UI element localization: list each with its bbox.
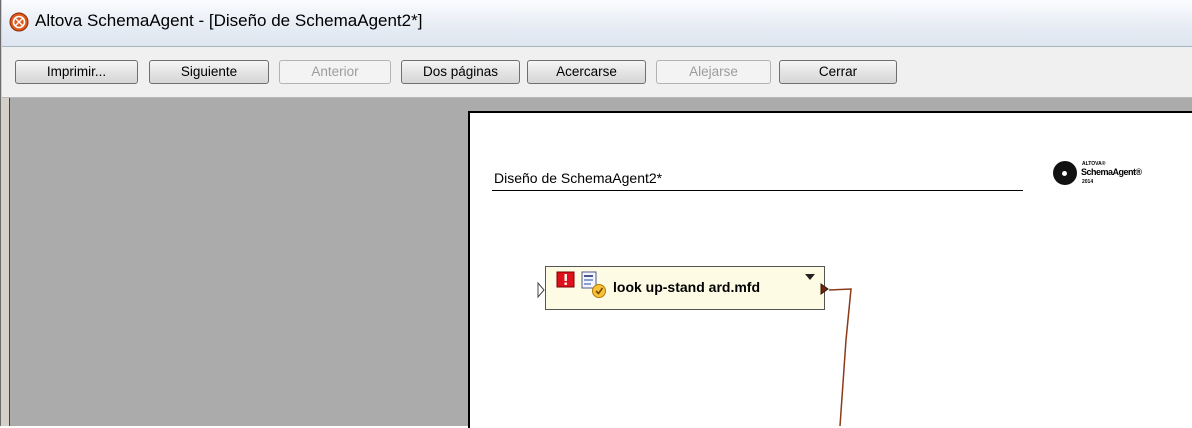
altova-icon xyxy=(9,12,29,32)
two-pages-button[interactable]: Dos páginas xyxy=(401,60,520,84)
schemaagent-logo: ALTOVA® SchemaAgent® 2014 xyxy=(1053,160,1142,188)
component-label: look up-stand ard.mfd xyxy=(613,279,760,295)
dropdown-arrow-icon[interactable] xyxy=(804,273,816,281)
title-underline xyxy=(492,190,1023,191)
print-button[interactable]: Imprimir... xyxy=(15,60,138,84)
previous-page-button[interactable]: Anterior xyxy=(279,60,391,84)
logo-product-name: SchemaAgent® xyxy=(1081,167,1142,177)
close-button[interactable]: Cerrar xyxy=(779,60,897,84)
zoom-out-button[interactable]: Alejarse xyxy=(656,60,771,84)
output-port-icon[interactable] xyxy=(820,283,829,295)
mapping-component[interactable]: look up-stand ard.mfd xyxy=(545,266,829,310)
page-title: Diseño de SchemaAgent2* xyxy=(494,170,663,186)
logo-circle-icon xyxy=(1053,161,1077,185)
next-page-button[interactable]: Siguiente xyxy=(149,60,269,84)
title-bar: Altova SchemaAgent - [Diseño de SchemaAg… xyxy=(2,0,1192,47)
window-title: Altova SchemaAgent - [Diseño de SchemaAg… xyxy=(35,11,423,30)
print-preview-toolbar: Imprimir... Siguiente Anterior Dos págin… xyxy=(2,47,1192,98)
error-icon xyxy=(556,271,575,288)
mapforce-file-icon xyxy=(581,271,606,298)
zoom-in-button[interactable]: Acercarse xyxy=(527,60,646,84)
logo-year: 2014 xyxy=(1082,179,1094,185)
